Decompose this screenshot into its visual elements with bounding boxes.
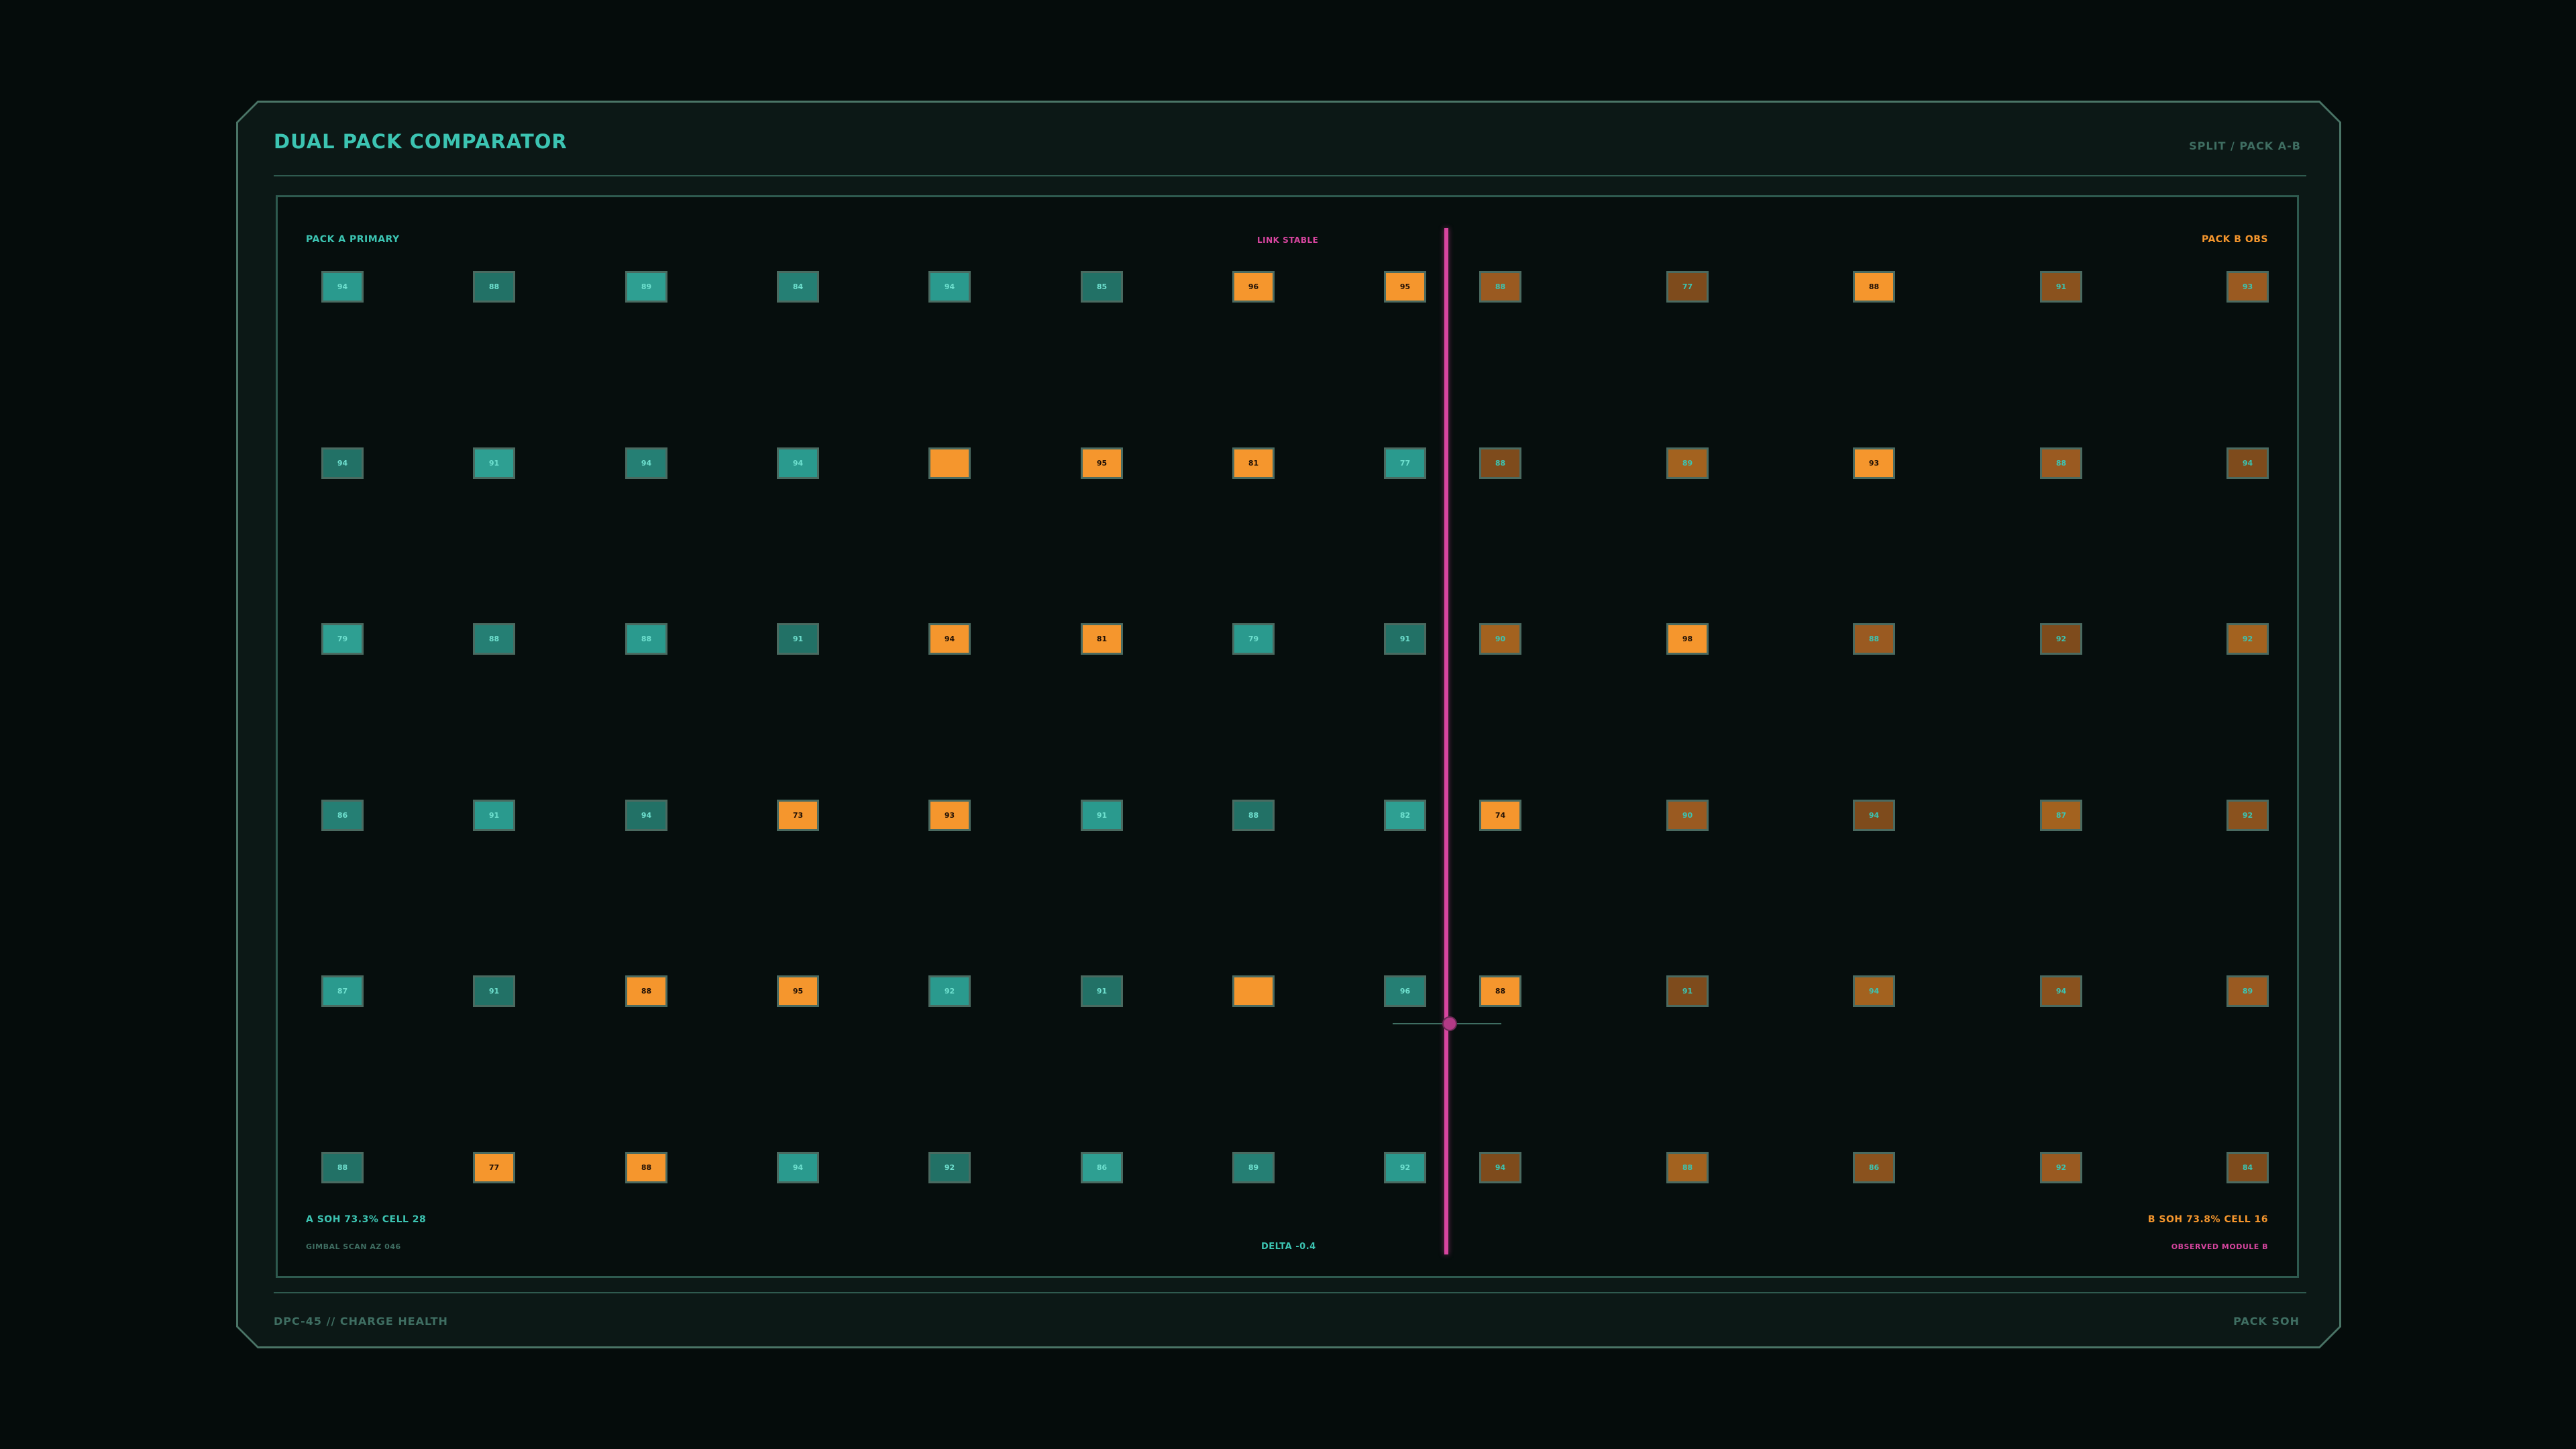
cell-tile[interactable]: 88 [473, 271, 515, 303]
cell-tile[interactable]: 88 [321, 1152, 364, 1183]
cell-tile[interactable]: 73 [777, 800, 819, 831]
cell-tile[interactable]: 95 [1081, 447, 1123, 479]
cell-tile[interactable]: 94 [1853, 800, 1895, 831]
cell-tile[interactable]: 84 [777, 271, 819, 303]
cell-tile[interactable]: 88 [1853, 623, 1895, 655]
pack-b-summary: B SOH 73.8% CELL 16 [2147, 1214, 2268, 1225]
cell-tile[interactable]: 88 [625, 975, 667, 1007]
page-title: DUAL PACK COMPARATOR [274, 130, 568, 153]
cell-tile[interactable]: 81 [1232, 447, 1275, 479]
cell-tile[interactable]: 89 [1666, 447, 1709, 479]
cell-tile[interactable]: 86 [321, 800, 364, 831]
cell-tile[interactable]: 94 [928, 271, 971, 303]
cell-tile[interactable]: 88 [1479, 447, 1521, 479]
header-divider [274, 175, 2306, 176]
cell-tile[interactable]: 93 [928, 800, 971, 831]
cell-tile[interactable]: 91 [473, 975, 515, 1007]
cell-tile[interactable]: 92 [1384, 1152, 1426, 1183]
cell-tile[interactable]: 91 [473, 447, 515, 479]
cell-tile[interactable]: 88 [1479, 271, 1521, 303]
pack-a-label: PACK A PRIMARY [306, 234, 400, 245]
cell-tile[interactable]: 92 [2040, 623, 2082, 655]
cell-tile[interactable]: 94 [625, 447, 667, 479]
device-id: DPC-45 // CHARGE HEALTH [274, 1315, 448, 1328]
cell-tile[interactable]: 90 [1479, 623, 1521, 655]
cell-tile[interactable]: 94 [1853, 975, 1895, 1007]
cell-tile[interactable]: 74 [1479, 800, 1521, 831]
comparator-panel [276, 195, 2299, 1278]
cell-tile[interactable]: 93 [1853, 447, 1895, 479]
split-divider[interactable] [1444, 228, 1448, 1254]
cell-tile[interactable]: 98 [1666, 623, 1709, 655]
cell-tile[interactable]: 94 [928, 623, 971, 655]
delta-readout: DELTA -0.4 [1261, 1242, 1316, 1252]
cell-tile[interactable]: 93 [2226, 271, 2269, 303]
cell-tile[interactable]: 88 [625, 623, 667, 655]
cell-tile[interactable]: 89 [2226, 975, 2269, 1007]
cell-tile[interactable]: 88 [2040, 447, 2082, 479]
cell-tile[interactable]: 94 [1479, 1152, 1521, 1183]
cell-tile[interactable]: 89 [1232, 1152, 1275, 1183]
cell-tile[interactable]: 96 [1232, 271, 1275, 303]
observed-module: OBSERVED MODULE B [2171, 1242, 2268, 1251]
cell-tile[interactable]: 77 [473, 1152, 515, 1183]
cell-tile[interactable]: 91 [473, 800, 515, 831]
cell-tile[interactable]: 86 [1081, 1152, 1123, 1183]
cell-tile[interactable]: 94 [2040, 975, 2082, 1007]
cell-tile[interactable]: 95 [777, 975, 819, 1007]
cell-tile[interactable]: 86 [1853, 1152, 1895, 1183]
cell-tile[interactable]: 77 [1666, 271, 1709, 303]
cell-tile[interactable]: 92 [2226, 623, 2269, 655]
link-status: LINK STABLE [1257, 235, 1319, 245]
pack-a-summary: A SOH 73.3% CELL 28 [306, 1214, 427, 1225]
cell-tile[interactable]: 96 [1384, 975, 1426, 1007]
cell-tile[interactable]: 90 [1666, 800, 1709, 831]
cell-tile[interactable]: 77 [1384, 447, 1426, 479]
cell-tile[interactable]: 88 [1853, 271, 1895, 303]
cell-tile[interactable]: 94 [625, 800, 667, 831]
cell-tile[interactable]: 92 [2040, 1152, 2082, 1183]
cell-tile[interactable]: 88 [1479, 975, 1521, 1007]
cell-tile[interactable]: 91 [1666, 975, 1709, 1007]
cell-tile[interactable]: 88 [625, 1152, 667, 1183]
cell-tile[interactable]: 95 [1384, 271, 1426, 303]
cell-tile[interactable]: 94 [321, 271, 364, 303]
cell-tile[interactable]: 91 [2040, 271, 2082, 303]
footer-metric: PACK SOH [2233, 1315, 2300, 1328]
cell-tile[interactable]: 84 [2226, 1152, 2269, 1183]
cell-tile[interactable]: 89 [625, 271, 667, 303]
cell-tile[interactable]: 92 [928, 1152, 971, 1183]
cell-tile[interactable]: 79 [1232, 623, 1275, 655]
gimbal-handle[interactable] [1442, 1016, 1457, 1031]
pack-b-label: PACK B OBS [2201, 234, 2268, 245]
cell-tile[interactable]: 91 [1081, 975, 1123, 1007]
cell-tile[interactable]: 94 [777, 1152, 819, 1183]
cell-tile[interactable]: 91 [1081, 800, 1123, 831]
cell-tile[interactable]: 92 [928, 975, 971, 1007]
cell-tile[interactable]: 91 [777, 623, 819, 655]
gimbal-readout: GIMBAL SCAN AZ 046 [306, 1242, 401, 1251]
cell-tile[interactable]: 88 [1232, 800, 1275, 831]
cell-tile[interactable]: 79 [321, 623, 364, 655]
cell-tile[interactable]: 94 [321, 447, 364, 479]
cell-tile[interactable]: 92 [2226, 800, 2269, 831]
footer-divider [274, 1292, 2306, 1293]
cell-tile[interactable] [1232, 975, 1275, 1007]
cell-tile[interactable]: 91 [1384, 623, 1426, 655]
cell-tile[interactable]: 81 [1081, 623, 1123, 655]
cell-tile[interactable] [928, 447, 971, 479]
cell-tile[interactable]: 94 [777, 447, 819, 479]
cell-tile[interactable]: 87 [321, 975, 364, 1007]
cell-tile[interactable]: 88 [473, 623, 515, 655]
cell-tile[interactable]: 85 [1081, 271, 1123, 303]
cell-tile[interactable]: 87 [2040, 800, 2082, 831]
mode-indicator: SPLIT / PACK A-B [2189, 140, 2301, 152]
cell-tile[interactable]: 82 [1384, 800, 1426, 831]
cell-tile[interactable]: 94 [2226, 447, 2269, 479]
cell-tile[interactable]: 88 [1666, 1152, 1709, 1183]
